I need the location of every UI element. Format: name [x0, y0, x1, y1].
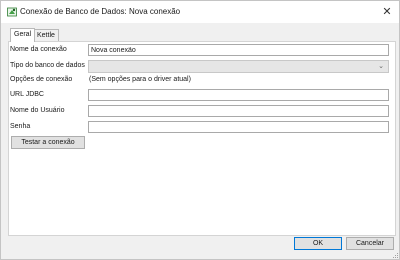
database-type-select[interactable]: ⌄	[88, 60, 389, 73]
connection-options-value: (Sem opções para o driver atual)	[89, 76, 191, 83]
connection-dialog: Conexão de Banco de Dados: Nova conexão …	[0, 0, 400, 260]
close-button[interactable]: ✕	[379, 4, 395, 20]
connection-name-label: Nome da conexão	[10, 46, 67, 53]
password-input[interactable]	[88, 121, 389, 133]
username-label: Nome do Usuário	[10, 107, 65, 114]
title-bar[interactable]: Conexão de Banco de Dados: Nova conexão …	[1, 1, 399, 23]
close-icon: ✕	[382, 6, 392, 18]
database-connection-icon	[7, 7, 17, 17]
username-input[interactable]	[88, 105, 389, 117]
resize-grip-icon[interactable]	[391, 251, 399, 259]
database-type-label: Tipo do banco de dados	[10, 62, 85, 69]
connection-options-label: Opções de conexão	[10, 76, 73, 83]
chevron-down-icon: ⌄	[378, 63, 384, 70]
password-label: Senha	[10, 123, 31, 130]
cancel-button[interactable]: Cancelar	[346, 237, 394, 250]
connection-name-input[interactable]	[88, 44, 389, 56]
window-title: Conexão de Banco de Dados: Nova conexão	[20, 7, 181, 16]
jdbc-url-label: URL JDBC	[10, 91, 44, 98]
ok-button[interactable]: OK	[294, 237, 342, 250]
jdbc-url-input[interactable]	[88, 89, 389, 101]
tab-geral[interactable]: Geral	[10, 28, 36, 42]
test-connection-button[interactable]: Testar a conexão	[11, 136, 85, 149]
